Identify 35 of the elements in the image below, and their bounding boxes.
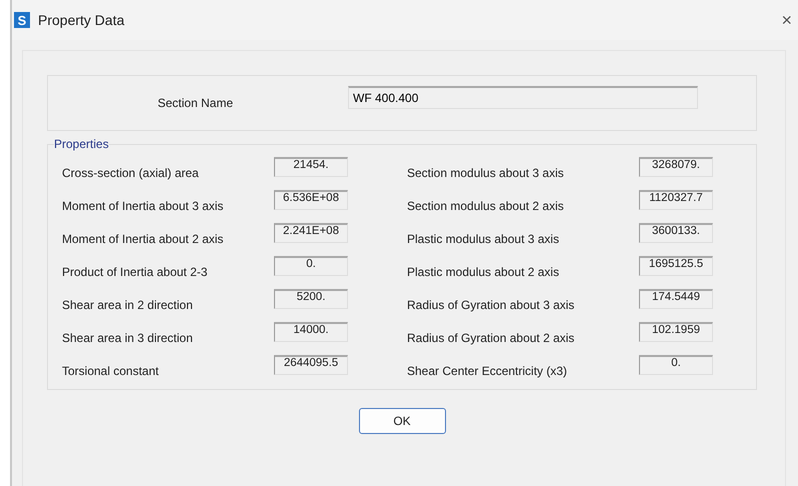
property-value: 21454.	[274, 157, 348, 177]
app-icon: S	[14, 12, 30, 28]
property-label: Cross-section (axial) area	[62, 166, 200, 181]
property-label: Torsional constant	[62, 364, 160, 379]
property-label: Section modulus about 3 axis	[407, 166, 565, 181]
property-label: Moment of Inertia about 3 axis	[62, 199, 224, 214]
property-value: 5200.	[274, 289, 348, 309]
property-label: Section modulus about 2 axis	[407, 199, 565, 214]
property-label: Moment of Inertia about 2 axis	[62, 232, 224, 247]
ok-button[interactable]: OK	[358, 408, 446, 434]
property-value: 174.5449	[639, 289, 713, 309]
property-value: 14000.	[274, 322, 348, 342]
property-value: 6.536E+08	[274, 190, 348, 210]
property-value: 3268079.	[639, 157, 713, 177]
property-label: Radius of Gyration about 2 axis	[407, 331, 576, 346]
property-value: 102.1959	[639, 322, 713, 342]
property-label: Shear area in 3 direction	[62, 331, 194, 346]
property-label: Radius of Gyration about 3 axis	[407, 298, 576, 313]
property-label: Shear area in 2 direction	[62, 298, 194, 313]
property-label: Shear Center Eccentricity (x3)	[407, 364, 568, 379]
property-value: 1695125.5	[639, 256, 713, 276]
section-name-field[interactable]: WF 400.400	[348, 86, 698, 108]
close-button[interactable]: ×	[777, 10, 796, 30]
property-value: 3600133.	[639, 223, 713, 243]
property-value: 0.	[639, 355, 713, 375]
window-title: Property Data	[38, 12, 126, 28]
property-label: Plastic modulus about 3 axis	[407, 232, 560, 247]
property-value: 1120327.7	[639, 190, 713, 210]
property-value: 2644095.5	[274, 355, 348, 375]
property-label: Product of Inertia about 2-3	[62, 265, 208, 280]
property-value: 0.	[274, 256, 348, 276]
property-label: Plastic modulus about 2 axis	[407, 265, 560, 280]
section-name-label: Section Name	[156, 96, 233, 110]
property-value: 2.241E+08	[274, 223, 348, 243]
properties-title: Properties	[54, 137, 109, 151]
